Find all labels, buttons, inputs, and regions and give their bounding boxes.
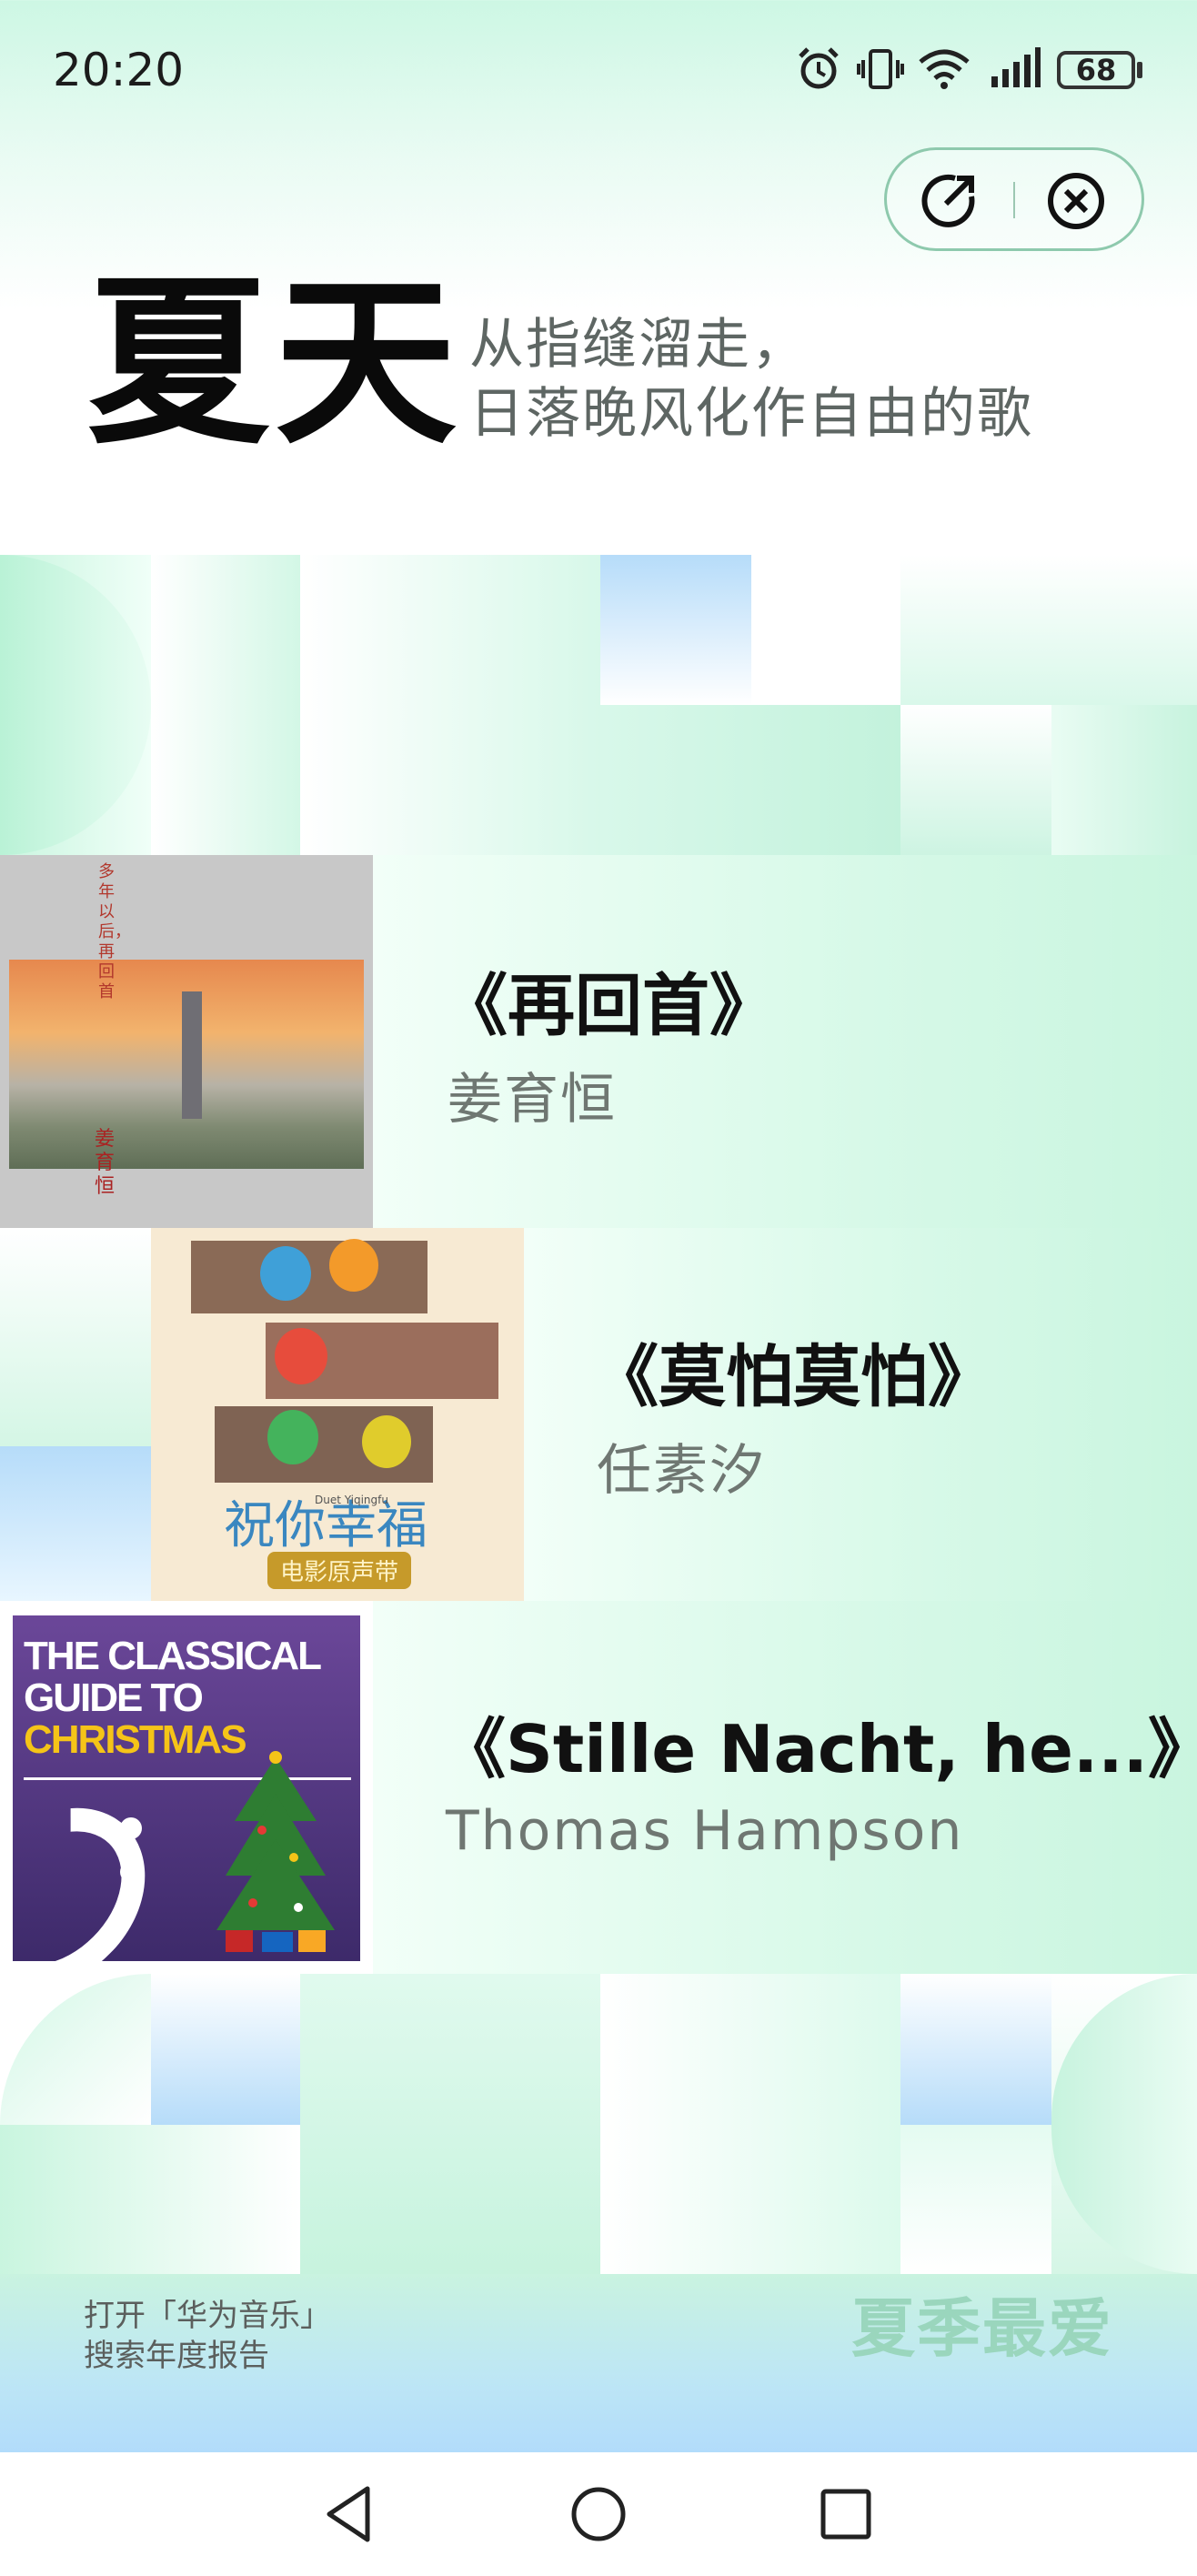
- footer-brand: 夏季最爱: [851, 2291, 1113, 2366]
- deco-tile: [600, 705, 900, 855]
- cover-balloon: [275, 1328, 327, 1384]
- footer-hint-line-1: 打开「华为音乐」: [84, 2298, 331, 2334]
- deco-tile: [900, 2125, 1051, 2274]
- back-icon[interactable]: [320, 2483, 378, 2545]
- deco-tile: [900, 555, 1197, 705]
- deco-tile: [151, 1974, 300, 2125]
- wifi-icon: [919, 49, 970, 89]
- bass-clef-dot: [120, 1817, 142, 1839]
- song-title-3[interactable]: 《Stille Nacht, he...》: [440, 1696, 1197, 1791]
- album-cover-1[interactable]: 多年以后，再回首 姜育恒: [0, 855, 373, 1228]
- battery-icon: 68: [1057, 51, 1135, 89]
- deco-tile: [0, 1228, 151, 1446]
- pill-separator: [1013, 182, 1015, 218]
- deco-tile: [300, 1974, 600, 2274]
- battery-level: 68: [1075, 53, 1117, 87]
- bass-clef-icon: [13, 1771, 182, 1961]
- alarm-icon: [799, 47, 839, 89]
- status-time: 20:20: [53, 44, 185, 96]
- album-cover-2[interactable]: 祝你幸福 Duet Yiqingfu 电影原声带: [151, 1228, 524, 1601]
- share-icon[interactable]: [919, 169, 981, 231]
- song-artist-2: 任素汐: [597, 1439, 766, 1503]
- song-title-1[interactable]: 《再回首》: [440, 951, 777, 1049]
- deco-tile: [600, 555, 751, 705]
- cover-balloon: [329, 1239, 378, 1292]
- deco-tile: [600, 1974, 900, 2274]
- cover-line-1: THE CLASSICAL: [24, 1634, 322, 1678]
- deco-tile: [300, 555, 600, 855]
- deco-tile: [0, 2125, 300, 2274]
- subtitle-line-2: 日落晚风化作自由的歌: [469, 382, 1033, 446]
- cover-vertical-text: 多年以后，再回首: [98, 862, 131, 1001]
- signal-icon: [991, 47, 1041, 87]
- cover-balloon: [267, 1410, 318, 1464]
- cover-balloon: [260, 1246, 311, 1301]
- deco-tile: [0, 1446, 151, 1601]
- cover-artist-mark: 姜育恒: [95, 1128, 116, 1198]
- footer-hint-line-2: 搜索年度报告: [84, 2338, 269, 2374]
- recents-icon[interactable]: [819, 2487, 873, 2541]
- christmas-tree-icon: [216, 1751, 335, 1952]
- deco-tile: [151, 555, 300, 855]
- subtitle-line-1: 从指缝溜走，: [469, 313, 808, 377]
- home-icon[interactable]: [569, 2485, 628, 2543]
- cover-line-2: GUIDE TO: [24, 1675, 204, 1720]
- battery-tip: [1137, 62, 1142, 78]
- deco-tile: [1051, 705, 1197, 855]
- vibrate-icon: [857, 49, 904, 89]
- song-artist-1: 姜育恒: [448, 1068, 617, 1132]
- cover-balloon: [362, 1415, 411, 1468]
- deco-half-circle: [0, 1974, 151, 2125]
- song-artist-3: Thomas Hampson: [446, 1799, 964, 1863]
- deco-tile: [900, 705, 1051, 855]
- song-title-2[interactable]: 《莫怕莫怕》: [591, 1323, 995, 1420]
- bass-clef-dot: [120, 1861, 142, 1883]
- close-icon[interactable]: [1046, 171, 1106, 231]
- album-cover-3[interactable]: THE CLASSICAL GUIDE TO CHRISTMAS: [13, 1615, 360, 1961]
- page-title: 夏天: [87, 257, 463, 469]
- cover-badge: 电影原声带: [267, 1552, 412, 1589]
- deco-tile: [900, 1974, 1051, 2125]
- cover-subtitle: Duet Yiqingfu: [315, 1494, 388, 1506]
- cover-figure: [182, 991, 202, 1119]
